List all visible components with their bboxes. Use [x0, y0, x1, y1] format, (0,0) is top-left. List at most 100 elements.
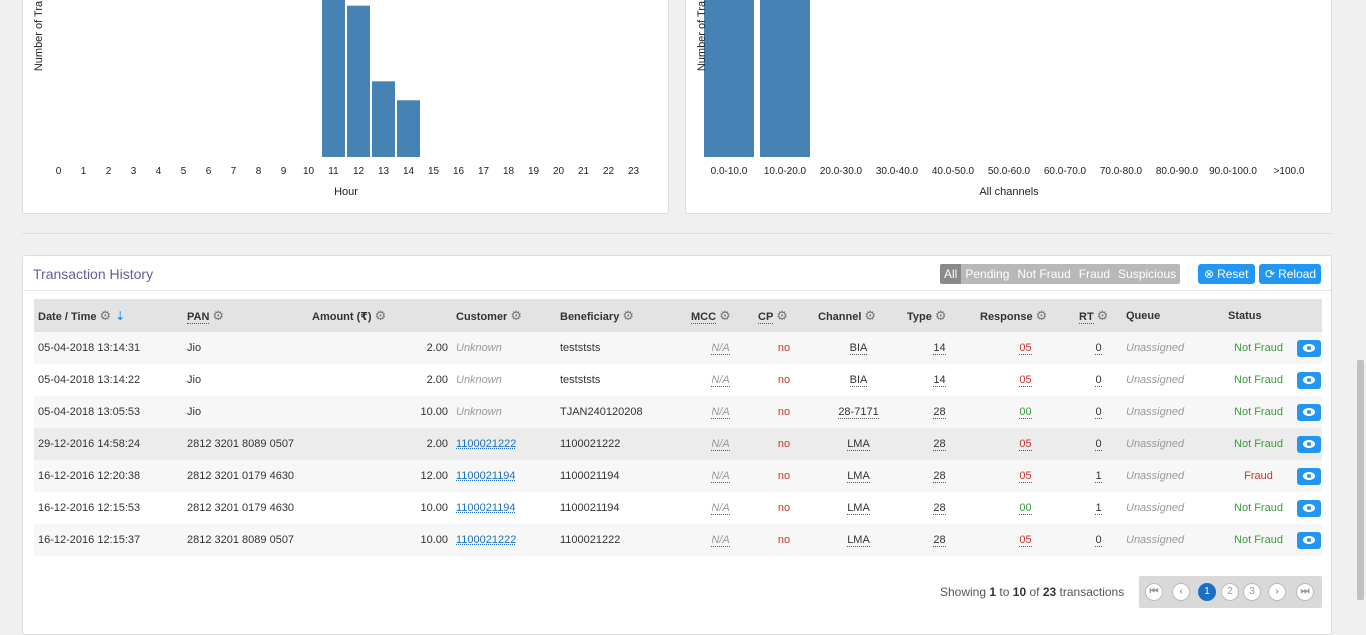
view-eye-icon[interactable]: [1297, 371, 1321, 389]
first-page-icon[interactable]: ⏮: [1145, 583, 1163, 601]
gear-icon[interactable]: ⚙: [776, 308, 788, 323]
queue-cell: Unassigned: [1126, 438, 1185, 450]
filter-not-fraud-button[interactable]: Not Fraud: [1013, 264, 1075, 284]
gear-icon[interactable]: ⚙: [212, 308, 224, 323]
reset-button[interactable]: ⊗ Reset: [1198, 264, 1255, 284]
x-axis-label: Hour: [334, 186, 358, 198]
filter-all-button[interactable]: All: [940, 264, 962, 284]
prev-page-icon[interactable]: ‹: [1172, 583, 1190, 601]
datetime-cell: 16-12-2016 12:15:37: [38, 534, 141, 546]
filter-fraud-button[interactable]: Fraud: [1074, 264, 1115, 284]
datetime-cell: 05-04-2018 13:05:53: [38, 406, 141, 418]
response-cell: 05: [1019, 534, 1032, 547]
table-row[interactable]: 16-12-2016 12:15:37 2812 3201 8089 0507 10…: [34, 524, 1322, 556]
col-channel[interactable]: Channel ⚙: [814, 299, 903, 332]
x-tick-label: 40.0-50.0: [932, 166, 975, 177]
reload-button[interactable]: ⟳ Reload: [1259, 264, 1321, 284]
cp-cell: no: [777, 502, 791, 514]
gear-icon[interactable]: ⚙: [719, 308, 731, 323]
gear-icon[interactable]: ⚙: [864, 308, 876, 323]
col-beneficiary[interactable]: Beneficiary ⚙: [556, 299, 687, 332]
type-cell: 14: [933, 374, 946, 387]
col-rt[interactable]: RT ⚙: [1075, 299, 1122, 332]
view-eye-icon[interactable]: [1297, 531, 1321, 549]
gear-icon[interactable]: ⚙: [622, 308, 634, 323]
customer-link[interactable]: 1100021222: [456, 534, 516, 546]
response-cell: 05: [1019, 374, 1032, 387]
queue-cell: Unassigned: [1126, 342, 1185, 354]
beneficiary-cell: 1100021194: [560, 502, 620, 514]
filter-pending-button[interactable]: Pending: [961, 264, 1014, 284]
next-page-icon[interactable]: ›: [1268, 583, 1286, 601]
col-datetime[interactable]: Date / Time ⚙ ⇣: [34, 299, 183, 332]
cp-cell: no: [777, 470, 791, 482]
view-eye-icon[interactable]: [1297, 499, 1321, 517]
gear-icon[interactable]: ⚙: [935, 308, 947, 323]
last-page-icon[interactable]: ⏭: [1296, 583, 1314, 601]
page-3-button[interactable]: 3: [1243, 583, 1261, 601]
gear-icon[interactable]: ⚙: [375, 308, 387, 323]
customer-link[interactable]: 1100021194: [456, 470, 516, 482]
col-amount[interactable]: Amount (₹) ⚙: [308, 299, 452, 332]
col-pan[interactable]: PAN ⚙: [183, 299, 308, 332]
view-eye-icon[interactable]: [1297, 339, 1321, 357]
pan-cell: Jio: [187, 406, 202, 418]
sort-desc-icon[interactable]: ⇣: [115, 309, 125, 323]
type-cell: 28: [933, 406, 946, 419]
x-tick-label: 80.0-90.0: [1156, 166, 1199, 177]
type-cell: 14: [933, 342, 946, 355]
channel-cell: LMA: [847, 502, 870, 515]
type-cell: 28: [933, 470, 946, 483]
page-scrollbar[interactable]: [1355, 0, 1366, 618]
col-type[interactable]: Type ⚙: [903, 299, 976, 332]
cp-cell: no: [777, 406, 791, 418]
col-cp[interactable]: CP ⚙: [754, 299, 814, 332]
x-tick-label: 15: [428, 166, 440, 177]
col-customer[interactable]: Customer ⚙: [452, 299, 556, 332]
col-response[interactable]: Response ⚙: [976, 299, 1075, 332]
amount-cell: 2.00: [426, 374, 448, 386]
x-tick-label: 20: [553, 166, 565, 177]
response-cell: 05: [1019, 438, 1032, 451]
view-eye-icon[interactable]: [1297, 403, 1321, 421]
transaction-history-panel: Transaction History All Pending Not Frau…: [22, 255, 1332, 635]
gear-icon[interactable]: ⚙: [1097, 308, 1109, 323]
page-1-button[interactable]: 1: [1198, 583, 1216, 601]
amount-cell: 10.00: [420, 534, 448, 546]
col-mcc[interactable]: MCC ⚙: [687, 299, 754, 332]
table-row[interactable]: 16-12-2016 12:15:53 2812 3201 0179 4630 10…: [34, 492, 1322, 524]
pan-cell: 2812 3201 8089 0507: [187, 438, 295, 450]
rt-cell: 1: [1095, 470, 1102, 483]
transaction-history-header: Transaction History All Pending Not Frau…: [23, 256, 1331, 291]
datetime-cell: 05-04-2018 13:14:22: [38, 374, 141, 386]
page-2-button[interactable]: 2: [1221, 583, 1239, 601]
status-filter-group: All Pending Not Fraud Fraud Suspicious: [940, 264, 1181, 284]
view-eye-icon[interactable]: [1297, 467, 1321, 485]
table-row[interactable]: 05-04-2018 13:14:22 Jio 2.00 Unknown teststs…: [34, 364, 1322, 396]
table-row[interactable]: 05-04-2018 13:05:53 Jio 10.00 Unknown TJAN24…: [34, 396, 1322, 428]
transaction-history-title: Transaction History: [33, 266, 154, 282]
x-tick-label: 5: [181, 166, 187, 177]
chart-bar: [397, 100, 420, 157]
filter-suspicious-button[interactable]: Suspicious: [1114, 264, 1181, 284]
customer-link[interactable]: 1100021222: [456, 438, 516, 450]
chart-bar: [372, 81, 395, 157]
scrollbar-thumb[interactable]: [1357, 360, 1364, 600]
x-tick-label: 10.0-20.0: [764, 166, 807, 177]
table-row[interactable]: 16-12-2016 12:20:38 2812 3201 0179 4630 12…: [34, 460, 1322, 492]
col-actions: [1293, 299, 1322, 332]
gear-icon[interactable]: ⚙: [100, 308, 112, 323]
customer-link[interactable]: 1100021194: [456, 502, 516, 514]
pan-cell: Jio: [187, 342, 202, 354]
channel-cell: LMA: [847, 438, 870, 451]
response-cell: 05: [1019, 470, 1032, 483]
gear-icon[interactable]: ⚙: [1036, 308, 1048, 323]
x-tick-label: 19: [528, 166, 540, 177]
reload-icon: ⟳: [1265, 267, 1276, 281]
table-row[interactable]: 29-12-2016 14:58:24 2812 3201 8089 0507 2.…: [34, 428, 1322, 460]
gear-icon[interactable]: ⚙: [510, 308, 522, 323]
response-cell: 00: [1019, 502, 1032, 515]
table-row[interactable]: 05-04-2018 13:14:31 Jio 2.00 Unknown teststs…: [34, 332, 1322, 364]
view-eye-icon[interactable]: [1297, 435, 1321, 453]
amount-cell: 10.00: [420, 502, 448, 514]
